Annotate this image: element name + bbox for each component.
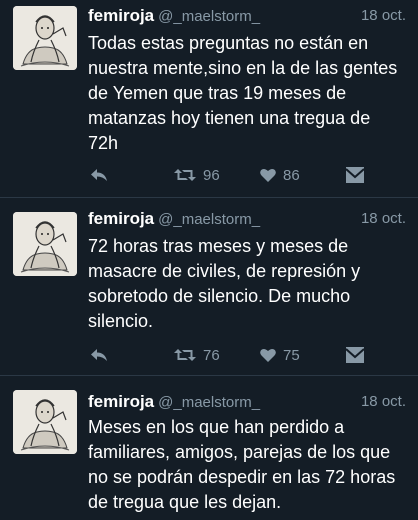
user-handle[interactable]: @_maelstorm_ <box>158 211 260 228</box>
like-button[interactable]: 75 <box>260 344 300 366</box>
like-button[interactable]: 86 <box>260 164 300 186</box>
tweet-header: femiroja @_maelstorm_ 18 oct. <box>88 209 406 231</box>
retweet-icon <box>174 167 196 183</box>
tweet-3[interactable]: femiroja @_maelstorm_ 18 oct. Meses en lo… <box>0 376 418 520</box>
avatar[interactable] <box>13 390 77 454</box>
reply-icon <box>90 168 108 182</box>
like-count: 86 <box>283 166 300 184</box>
direct-message-button[interactable] <box>346 344 364 366</box>
retweet-button[interactable]: 96 <box>174 164 220 186</box>
display-name[interactable]: femiroja <box>88 209 154 228</box>
heart-icon <box>260 348 276 362</box>
timestamp[interactable]: 18 oct. <box>361 210 406 227</box>
tweet-text: Todas estas preguntas no están en nuestr… <box>88 33 398 153</box>
retweet-button[interactable]: 76 <box>174 344 220 366</box>
avatar[interactable] <box>13 6 77 70</box>
user-handle[interactable]: @_maelstorm_ <box>158 8 260 25</box>
direct-message-button[interactable] <box>346 164 364 186</box>
timestamp[interactable]: 18 oct. <box>361 7 406 24</box>
display-name[interactable]: femiroja <box>88 6 154 25</box>
user-handle[interactable]: @_maelstorm_ <box>158 394 260 411</box>
tweet-1[interactable]: femiroja @_maelstorm_ 18 oct. Todas estas… <box>0 0 418 196</box>
direct-message-icon <box>346 167 364 183</box>
tweet-text: 72 horas tras meses y meses de masacre d… <box>88 236 361 331</box>
reply-icon <box>90 348 108 362</box>
tweet-header: femiroja @_maelstorm_ 18 oct. <box>88 6 406 28</box>
retweet-count: 76 <box>203 346 220 364</box>
tweet-2[interactable]: femiroja @_maelstorm_ 18 oct. 72 horas tr… <box>0 198 418 374</box>
like-count: 75 <box>283 346 300 364</box>
reply-button[interactable] <box>90 164 108 186</box>
heart-icon <box>260 168 276 182</box>
timestamp[interactable]: 18 oct. <box>361 393 406 410</box>
avatar[interactable] <box>13 212 77 276</box>
retweet-icon <box>174 347 196 363</box>
tweet-text: Meses en los que han perdido a familiare… <box>88 417 396 512</box>
tweet-header: femiroja @_maelstorm_ 18 oct. <box>88 392 406 414</box>
display-name[interactable]: femiroja <box>88 392 154 411</box>
retweet-count: 96 <box>203 166 220 184</box>
tweet-actions: 76 75 <box>88 344 388 366</box>
direct-message-icon <box>346 347 364 363</box>
tweet-actions: 96 86 <box>88 164 388 186</box>
reply-button[interactable] <box>90 344 108 366</box>
